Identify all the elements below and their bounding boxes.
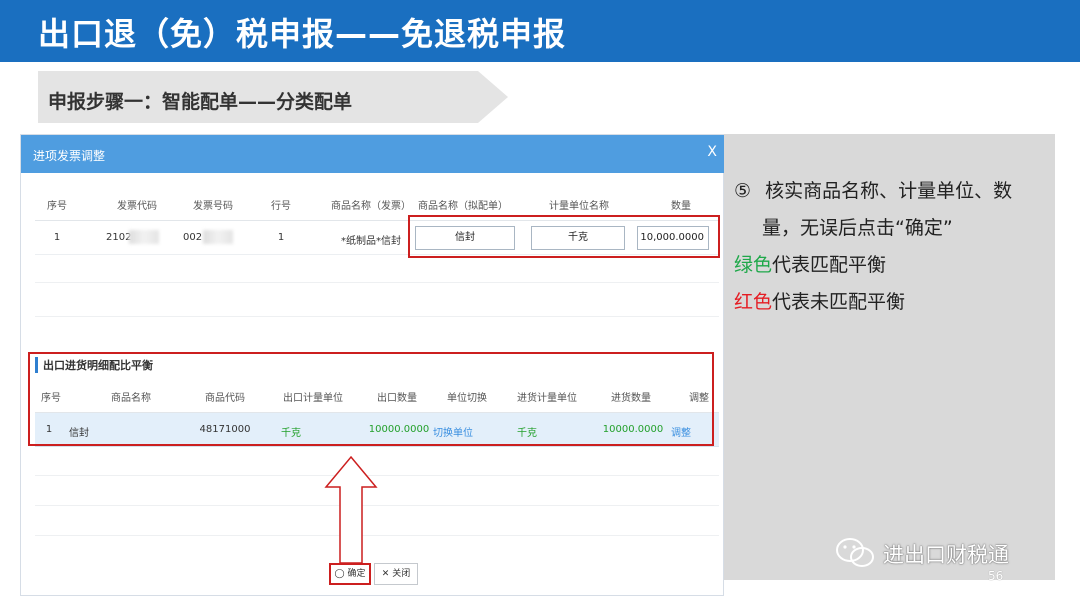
- legend-green: 绿色代表匹配平衡: [734, 250, 886, 277]
- cell-line-no: 1: [277, 232, 285, 243]
- col-header: 商品名称（发票）: [331, 201, 411, 212]
- dialog-title: 进项发票调整: [33, 149, 106, 163]
- legend-green-text: 代表匹配平衡: [772, 254, 887, 276]
- row-divider: [35, 316, 719, 317]
- confirm-button[interactable]: ◯ 确定: [329, 563, 371, 585]
- legend-red: 红色代表未匹配平衡: [734, 287, 905, 314]
- instruction-line: ⑤ 核实商品名称、计量单位、数: [734, 176, 1012, 203]
- col-header: 发票代码: [117, 201, 157, 212]
- close-icon: ✕: [381, 569, 390, 579]
- step-label: 申报步骤一：智能配单——分类配单: [48, 91, 353, 113]
- instruction-text: 核实商品名称、计量单位、数: [765, 180, 1013, 202]
- slide: 出口退（免）税申报——免退税申报 申报步骤一：智能配单——分类配单 进项发票调整…: [0, 0, 1080, 603]
- check-circle-icon: ◯: [334, 569, 345, 579]
- col-header: 发票号码: [193, 201, 233, 212]
- watermark-text: 进出口财税通: [883, 543, 1009, 567]
- legend-red-label: 红色: [734, 291, 773, 313]
- up-arrow-icon: [324, 455, 378, 564]
- row-divider: [35, 282, 719, 283]
- col-header: 商品名称（拟配单）: [418, 201, 508, 212]
- redacted-mask: [203, 230, 233, 244]
- redacted-mask: [129, 230, 159, 244]
- close-button[interactable]: ✕ 关闭: [374, 563, 418, 585]
- step-number: ⑤: [734, 180, 752, 202]
- cell-seq: 1: [53, 232, 61, 243]
- instruction-panel: ⑤ 核实商品名称、计量单位、数 量，无误后点击“确定” 绿色代表匹配平衡 红色代…: [724, 134, 1055, 580]
- col-header: 序号: [47, 201, 67, 212]
- confirm-label: 确定: [347, 569, 366, 579]
- col-header: 数量: [671, 201, 691, 212]
- highlight-box: [28, 352, 714, 446]
- col-header: 计量单位名称: [549, 201, 609, 212]
- close-label: 关闭: [392, 569, 411, 579]
- dialog-header: 进项发票调整 X: [21, 135, 725, 173]
- cell-invoice-no: 002: [183, 232, 203, 243]
- legend-green-label: 绿色: [734, 254, 773, 276]
- title-banner: 出口退（免）税申报——免退税申报: [0, 0, 1080, 62]
- wechat-icon: [836, 538, 874, 567]
- close-icon[interactable]: X: [707, 144, 717, 160]
- cell-goods-invoice: *纸制品*信封: [341, 236, 401, 247]
- page-number: 56: [988, 569, 1004, 583]
- highlight-box: [408, 215, 720, 258]
- instruction-line: 量，无误后点击“确定”: [762, 217, 953, 239]
- col-header: 行号: [271, 201, 291, 212]
- cell-invoice-code: 2102: [106, 232, 132, 243]
- page-title: 出口退（免）税申报——免退税申报: [38, 15, 567, 53]
- legend-red-text: 代表未匹配平衡: [772, 291, 906, 313]
